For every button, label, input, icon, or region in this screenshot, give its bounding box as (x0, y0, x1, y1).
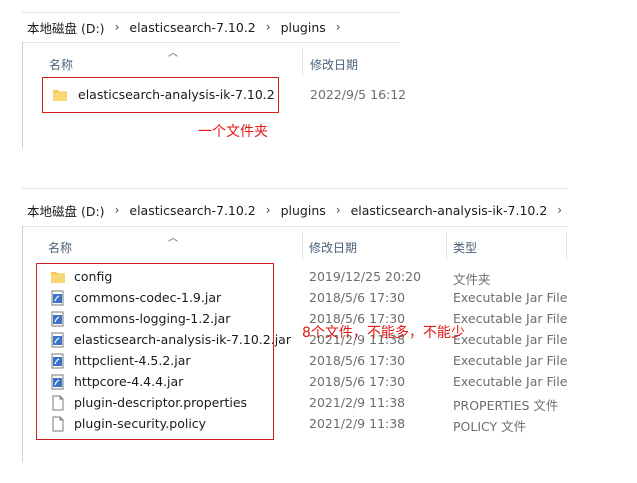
crumb-ik-folder[interactable]: elasticsearch-analysis-ik-7.10.2 (348, 203, 551, 218)
file-type: POLICY 文件 (453, 419, 527, 434)
column-header-name[interactable]: 名称 (49, 56, 73, 73)
column-header-name[interactable]: 名称 (48, 239, 72, 256)
column-header-type[interactable]: 类型 (453, 239, 477, 256)
column-header-modified[interactable]: 修改日期 (310, 56, 358, 73)
crumb-drive[interactable]: 本地磁盘 (D:) (24, 18, 108, 37)
file-modified: 2018/5/6 17:30 (309, 353, 406, 368)
crumb-plugins[interactable]: plugins (278, 20, 329, 35)
file-modified: 2018/5/6 17:30 (309, 290, 406, 305)
file-type: Executable Jar File (453, 311, 568, 326)
annotation-top: 一个文件夹 (198, 124, 268, 140)
chevron-right-icon[interactable]: › (259, 20, 278, 34)
sort-ascending-icon: ︿ (168, 233, 178, 244)
file-type: Executable Jar File (453, 290, 568, 305)
chevron-right-icon[interactable]: › (259, 203, 278, 217)
bottom-breadcrumb[interactable]: 本地磁盘 (D:) › elasticsearch-7.10.2 › plugi… (24, 197, 569, 223)
chevron-right-icon[interactable]: › (108, 20, 127, 34)
column-header-modified[interactable]: 修改日期 (309, 239, 357, 256)
highlight-box-top (42, 77, 279, 113)
file-type: Executable Jar File (453, 332, 568, 347)
highlight-box-bottom (36, 263, 274, 440)
file-modified: 2018/5/6 17:30 (309, 374, 406, 389)
file-modified: 2021/2/9 11:38 (309, 416, 406, 431)
annotation-bottom: 8个文件，不能多，不能少 (302, 325, 465, 341)
file-type: 文件夹 (453, 272, 491, 287)
file-type: Executable Jar File (453, 353, 568, 368)
file-type: Executable Jar File (453, 374, 568, 389)
top-explorer-panel: 本地磁盘 (D:) › elasticsearch-7.10.2 › plugi… (0, 0, 637, 160)
chevron-right-icon[interactable]: › (108, 203, 127, 217)
chevron-right-icon[interactable]: › (550, 203, 569, 217)
crumb-drive[interactable]: 本地磁盘 (D:) (24, 201, 108, 220)
top-breadcrumb[interactable]: 本地磁盘 (D:) › elasticsearch-7.10.2 › plugi… (24, 14, 348, 40)
chevron-right-icon[interactable]: › (329, 203, 348, 217)
sort-ascending-icon: ︿ (168, 48, 178, 59)
file-type: PROPERTIES 文件 (453, 398, 559, 413)
file-modified: 2021/2/9 11:38 (309, 395, 406, 410)
crumb-elasticsearch[interactable]: elasticsearch-7.10.2 (126, 203, 258, 218)
bottom-explorer-panel: 本地磁盘 (D:) › elasticsearch-7.10.2 › plugi… (0, 186, 637, 483)
file-modified: 2022/9/5 16:12 (310, 87, 407, 102)
crumb-plugins[interactable]: plugins (278, 203, 329, 218)
crumb-elasticsearch[interactable]: elasticsearch-7.10.2 (126, 20, 258, 35)
chevron-right-icon[interactable]: › (329, 20, 348, 34)
file-modified: 2019/12/25 20:20 (309, 269, 422, 284)
